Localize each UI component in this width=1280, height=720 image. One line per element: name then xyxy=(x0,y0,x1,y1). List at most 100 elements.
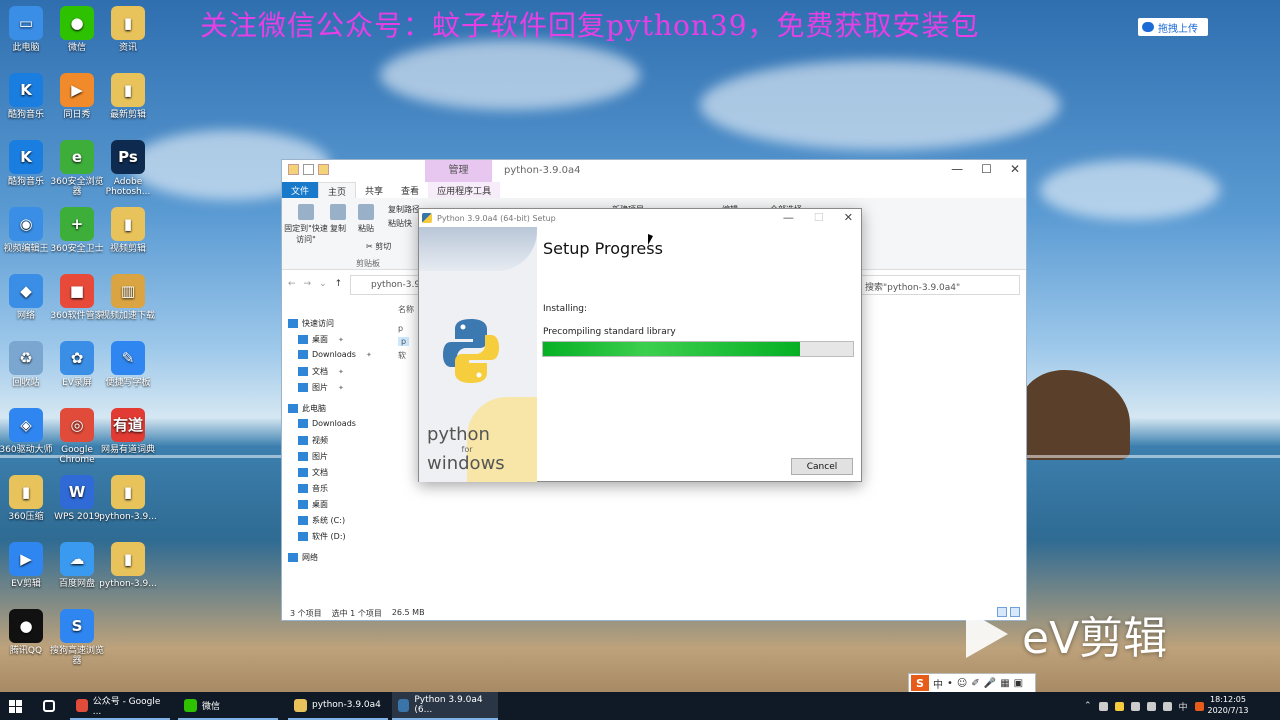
tab-file[interactable]: 文件 xyxy=(282,182,319,198)
ime-tool-icon[interactable]: ▦ xyxy=(1000,678,1009,689)
tray-icon[interactable] xyxy=(1114,701,1124,711)
nav-item[interactable]: 文档 ✦ xyxy=(298,366,344,377)
tab-app-tools[interactable]: 应用程序工具 xyxy=(428,182,501,198)
volume-icon[interactable] xyxy=(1162,701,1172,711)
nav-item[interactable]: 系统 (C:) xyxy=(298,515,345,526)
nav-item[interactable]: 此电脑 xyxy=(288,403,326,414)
nav-item[interactable]: 图片 ✦ xyxy=(298,382,344,393)
file-row[interactable]: p xyxy=(398,324,403,333)
paste-label: 粘贴 xyxy=(358,224,374,233)
folder-icon xyxy=(298,367,308,376)
desktop-icon[interactable]: S 搜狗高速浏览器 xyxy=(47,609,107,666)
app-icon: ▮ xyxy=(9,475,43,509)
nav-item[interactable]: 音乐 xyxy=(298,483,328,494)
nav-item[interactable]: Downloads xyxy=(298,419,356,428)
desktop-icon[interactable]: ▮ 资讯 xyxy=(98,6,158,53)
desktop-icon[interactable]: ▮ 最新剪辑 xyxy=(98,73,158,120)
start-button[interactable] xyxy=(0,692,30,720)
sogou-icon[interactable]: S xyxy=(911,675,929,691)
taskbar-app[interactable]: 公众号 - Google ... xyxy=(70,692,170,720)
desktop-icon[interactable]: ▥ 视频加速下载 xyxy=(98,274,158,321)
tray-icon[interactable] xyxy=(1130,701,1140,711)
column-header-name[interactable]: 名称 xyxy=(398,304,414,315)
tab-home[interactable]: 主页 xyxy=(318,182,357,198)
setup-titlebar[interactable]: Python 3.9.0a4 (64-bit) Setup — ☐ ✕ xyxy=(419,209,861,227)
cut-label: 剪切 xyxy=(375,242,392,251)
desktop-icon[interactable]: 有道 网易有道词典 xyxy=(98,408,158,455)
chevron-up-icon[interactable]: ⌃ xyxy=(1084,701,1092,711)
folder-icon xyxy=(298,468,308,477)
app-icon: Ps xyxy=(111,140,145,174)
folder-icon xyxy=(298,516,308,525)
tray-icon[interactable] xyxy=(1098,701,1108,711)
upload-button[interactable]: 拖拽上传 xyxy=(1138,18,1208,36)
nav-item[interactable]: 视频 xyxy=(298,435,328,446)
taskbar-app[interactable]: python-3.9.0a4 xyxy=(288,692,388,720)
tab-view[interactable]: 查看 xyxy=(392,182,428,198)
close-icon[interactable]: ✕ xyxy=(844,211,853,224)
ev-watermark: eV剪辑 xyxy=(966,606,1167,664)
maximize-icon[interactable]: ☐ xyxy=(981,162,992,176)
search-input[interactable]: 搜索"python-3.9.0a4" xyxy=(858,275,1020,295)
paste-button[interactable]: 粘贴 xyxy=(344,198,388,234)
nav-item[interactable]: 图片 xyxy=(298,451,328,462)
ime-tool-icon[interactable]: ☺ xyxy=(957,678,967,689)
ime-lang[interactable]: 中 xyxy=(933,676,943,691)
setup-heading: Setup Progress xyxy=(543,239,663,258)
app-icon: W xyxy=(60,475,94,509)
nav-item[interactable]: Downloads ✦ xyxy=(298,350,372,359)
ime-toolbar[interactable]: S 中 • ☺ ✐ 🎤 ▦ ▣ xyxy=(908,673,1036,693)
forward-icon[interactable]: → xyxy=(304,279,312,289)
cloud-icon xyxy=(1142,22,1154,32)
network-icon[interactable] xyxy=(1146,701,1156,711)
ime-tool-icon[interactable]: ▣ xyxy=(1014,678,1023,689)
taskbar-app[interactable]: 微信 xyxy=(178,692,278,720)
task-view-button[interactable] xyxy=(36,692,62,720)
nav-item[interactable]: 桌面 ✦ xyxy=(298,334,344,345)
ime-tool-icon[interactable]: • xyxy=(947,678,953,689)
pin-icon xyxy=(298,204,314,220)
app-icon: ▮ xyxy=(111,475,145,509)
clipboard-group-label: 剪贴板 xyxy=(356,259,380,268)
nav-item-label: 图片 xyxy=(312,452,328,461)
desktop-icon[interactable]: ✎ 便捷写字板 xyxy=(98,341,158,388)
nav-item[interactable]: 网络 xyxy=(288,552,318,563)
ime-tool-icon[interactable]: 🎤 xyxy=(984,678,996,689)
desktop-icon-label: 搜狗高速浏览器 xyxy=(49,646,104,666)
copy-path-button[interactable]: 复制路径 xyxy=(388,204,420,215)
taskbar-app[interactable]: Python 3.9.0a4 (6... xyxy=(392,692,498,720)
nav-item[interactable]: 快速访问 xyxy=(288,318,334,329)
properties-icon[interactable] xyxy=(303,164,314,175)
cancel-button[interactable]: Cancel xyxy=(791,458,853,475)
up-icon[interactable]: ↑ xyxy=(335,279,343,289)
nav-item[interactable]: 软件 (D:) xyxy=(298,531,346,542)
back-icon[interactable]: ← xyxy=(288,279,296,289)
desktop-icon-label: 视频剪辑 xyxy=(109,244,146,254)
taskbar-app-label: 公众号 - Google ... xyxy=(92,696,161,717)
nav-item[interactable]: 文档 xyxy=(298,467,328,478)
file-row[interactable]: p xyxy=(398,337,410,346)
cut-button[interactable]: ✂ 剪切 xyxy=(366,241,391,252)
chevron-down-icon[interactable]: ⌄ xyxy=(319,279,327,289)
minimize-icon[interactable]: — xyxy=(783,211,794,224)
pin-icon: ✦ xyxy=(338,383,344,392)
ime-tool-icon[interactable]: ✐ xyxy=(971,678,979,689)
paste-shortcut-button[interactable]: 粘贴快 xyxy=(388,218,412,229)
clock[interactable]: 18:12:05 2020/7/13 xyxy=(1200,694,1256,716)
desktop-icon[interactable]: Ps Adobe Photosh... xyxy=(98,140,158,197)
taskbar: 公众号 - Google ... 微信 python-3.9.0a4 Python 3… xyxy=(0,692,1280,720)
minimize-icon[interactable]: — xyxy=(951,162,963,176)
file-row[interactable]: 软 xyxy=(398,350,406,361)
explorer-titlebar[interactable]: 管理 python-3.9.0a4 — ☐ ✕ xyxy=(282,160,1026,182)
tray-lang[interactable]: 中 xyxy=(1179,700,1188,713)
close-icon[interactable]: ✕ xyxy=(1010,162,1020,176)
setup-dialog[interactable]: Python 3.9.0a4 (64-bit) Setup — ☐ ✕ pyth… xyxy=(418,208,862,482)
desktop-icon[interactable]: ▮ python-3.9... xyxy=(98,475,158,522)
desktop-icon-label: 视频加速下载 xyxy=(100,311,155,321)
maximize-icon: ☐ xyxy=(813,211,824,224)
tab-share[interactable]: 共享 xyxy=(356,182,392,198)
nav-item-label: 桌面 xyxy=(312,500,328,509)
desktop-icon[interactable]: ▮ python-3.9... xyxy=(98,542,158,589)
nav-item[interactable]: 桌面 xyxy=(298,499,328,510)
desktop-icon[interactable]: ▮ 视频剪辑 xyxy=(98,207,158,254)
